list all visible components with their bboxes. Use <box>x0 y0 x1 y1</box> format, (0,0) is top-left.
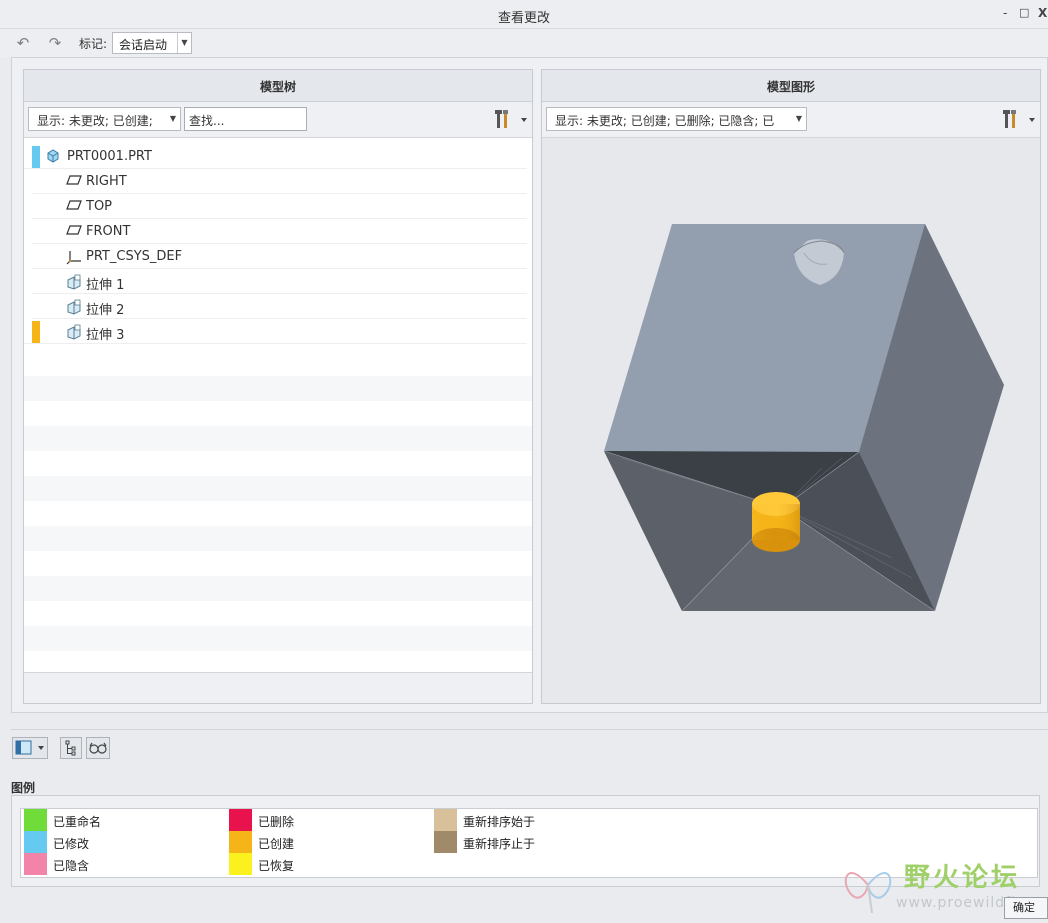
tools-menu-icon[interactable] <box>494 109 530 131</box>
created-status-marker <box>32 321 40 343</box>
legend-swatch <box>24 831 47 853</box>
tree-item-top[interactable]: TOP <box>32 194 527 219</box>
tree-item-label: 拉伸 3 <box>86 328 125 343</box>
tree-item-extrude-1[interactable]: 拉伸 1 <box>32 269 527 294</box>
tree-item-label: FRONT <box>86 224 131 239</box>
tree-item-csys[interactable]: PRT_CSYS_DEF <box>32 244 527 269</box>
coordinate-system-icon <box>66 249 82 265</box>
legend-swatch <box>24 853 47 875</box>
tree-item-extrude-2[interactable]: 拉伸 2 <box>32 294 527 319</box>
legend-label: 已修改 <box>53 837 90 851</box>
butterfly-logo-icon <box>844 872 892 914</box>
mark-select[interactable]: 会话启动 ▼ <box>112 32 192 54</box>
empty-row <box>24 626 532 651</box>
extrude-icon <box>66 324 82 340</box>
legend-swatch <box>24 809 47 831</box>
mark-label: 标记: <box>79 37 108 51</box>
legend-swatch <box>229 831 252 853</box>
tree-display-filter-value: 显示: 未更改; 已创建; <box>37 114 153 128</box>
legend-swatch <box>229 853 252 875</box>
extrude-icon <box>66 299 82 315</box>
model-3d-view[interactable] <box>542 138 1040 703</box>
datum-plane-icon <box>66 174 82 188</box>
tree-item-label: PRT0001.PRT <box>67 149 152 164</box>
watermark-text: 野火论坛 <box>904 863 1021 893</box>
tree-item-front[interactable]: FRONT <box>32 219 527 244</box>
legend-label: 已重命名 <box>53 815 102 829</box>
empty-row <box>24 376 532 401</box>
empty-row <box>24 476 532 501</box>
empty-row <box>24 426 532 451</box>
model-tree-toolbar: 显示: 未更改; 已创建; ▼ 查找... <box>24 102 532 138</box>
legend-swatch <box>229 809 252 831</box>
tree-item-label: 拉伸 1 <box>86 278 125 293</box>
tree-item-right[interactable]: RIGHT <box>32 169 527 194</box>
tree-item-label: PRT_CSYS_DEF <box>86 249 183 264</box>
tree-item-extrude-3[interactable]: 拉伸 3 <box>24 319 527 344</box>
search-placeholder: 查找... <box>189 114 225 128</box>
title-bar: 查看更改 - □ X <box>0 0 1048 29</box>
tree-structure-button[interactable] <box>60 737 82 759</box>
legend-label: 已删除 <box>258 815 295 829</box>
legend-label: 已隐含 <box>53 859 90 873</box>
tree-display-filter[interactable]: 显示: 未更改; 已创建; ▼ <box>28 107 181 131</box>
model-graphics-panel: 模型图形 显示: 未更改; 已创建; 已删除; 已隐含; 已 ▼ <box>541 69 1041 704</box>
model-tree-panel: 模型树 显示: 未更改; 已创建; ▼ 查找... PRT0001.PRT RI… <box>23 69 533 704</box>
chevron-down-icon: ▼ <box>169 114 176 123</box>
legend-label: 已恢复 <box>258 859 295 873</box>
empty-row <box>24 526 532 551</box>
legend-label: 已创建 <box>258 837 295 851</box>
model-graphics-toolbar: 显示: 未更改; 已创建; 已删除; 已隐含; 已 ▼ <box>542 102 1040 138</box>
datum-plane-icon <box>66 199 82 213</box>
modified-status-marker <box>32 146 40 168</box>
undo-icon[interactable]: ↶ <box>13 34 33 52</box>
redo-icon[interactable]: ↷ <box>45 34 65 52</box>
main-area: 模型树 显示: 未更改; 已创建; ▼ 查找... PRT0001.PRT RI… <box>11 57 1048 713</box>
graphics-display-filter-value: 显示: 未更改; 已创建; 已删除; 已隐含; 已 <box>555 114 775 128</box>
divider <box>11 729 1048 730</box>
mark-select-value: 会话启动 <box>119 38 168 52</box>
legend-title: 图例 <box>11 781 36 795</box>
part-icon <box>46 149 62 163</box>
model-tree-title: 模型树 <box>24 70 532 102</box>
minimize-button[interactable]: - <box>1003 6 1007 20</box>
search-input[interactable]: 查找... <box>184 107 307 131</box>
top-toolbar: ↶ ↷ 标记: 会话启动 ▼ <box>0 29 1048 57</box>
layout-toggle-button[interactable] <box>12 737 48 759</box>
empty-row <box>24 576 532 601</box>
model-tree-footer <box>24 672 532 703</box>
model-graphics-title: 模型图形 <box>542 70 1040 102</box>
maximize-button[interactable]: □ <box>1019 6 1029 19</box>
window-title: 查看更改 <box>497 11 550 26</box>
chevron-down-icon: ▼ <box>795 114 802 123</box>
legend-swatch <box>434 831 457 853</box>
tree-item-label: RIGHT <box>86 174 127 189</box>
legend-label: 重新排序始于 <box>463 815 536 829</box>
legend-label: 重新排序止于 <box>463 837 536 851</box>
datum-plane-icon <box>66 224 82 238</box>
tools-menu-icon[interactable] <box>1002 109 1038 131</box>
graphics-display-filter[interactable]: 显示: 未更改; 已创建; 已删除; 已隐含; 已 ▼ <box>546 107 807 131</box>
ok-button[interactable]: 确定 <box>1004 897 1048 919</box>
tree-item-label: TOP <box>86 199 113 214</box>
tree-item-label: 拉伸 2 <box>86 303 125 318</box>
tree-item-part[interactable]: PRT0001.PRT <box>24 144 527 169</box>
extrude-icon <box>66 274 82 290</box>
legend-swatch <box>434 809 457 831</box>
chevron-down-icon[interactable]: ▼ <box>177 33 191 53</box>
close-button[interactable]: X <box>1038 6 1047 20</box>
glasses-icon[interactable] <box>86 737 110 759</box>
